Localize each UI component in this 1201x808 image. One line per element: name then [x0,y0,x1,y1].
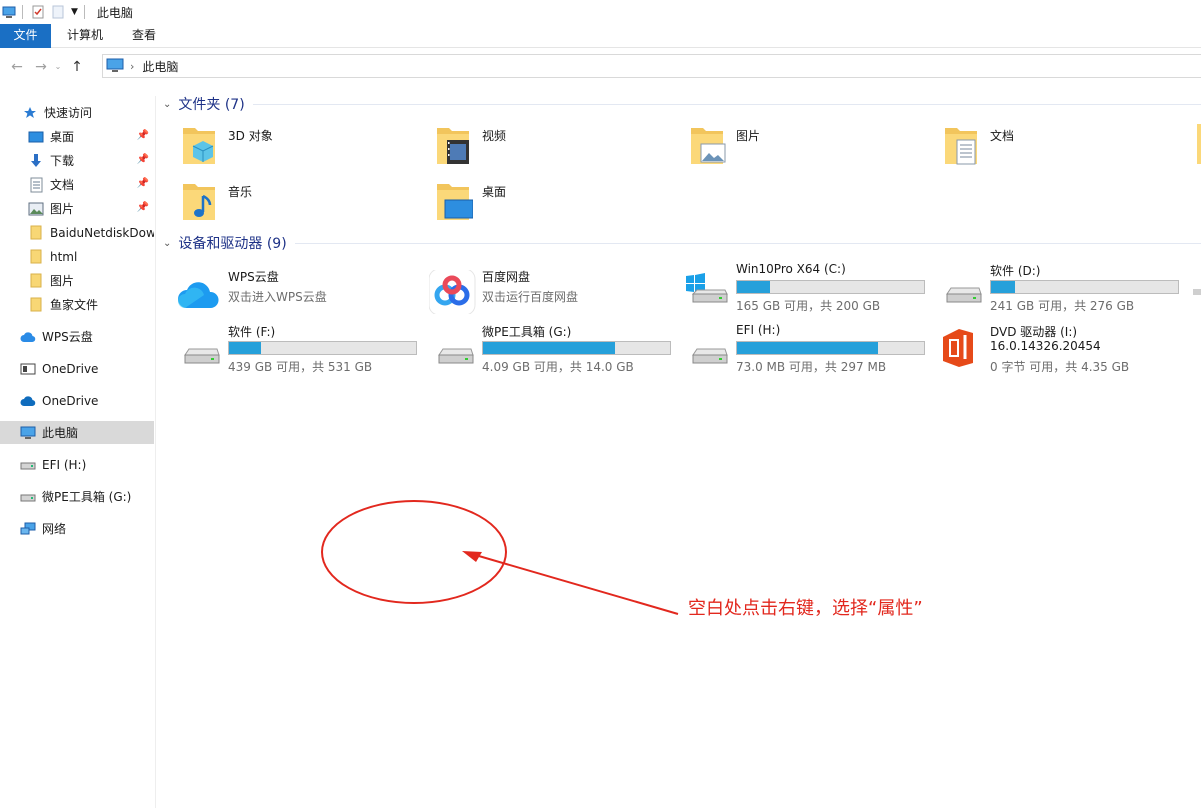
videos-folder-icon [437,128,469,164]
pin-icon[interactable]: 📌 [137,130,149,141]
drive-icon [184,348,220,364]
sidebar-item-wps-cloud[interactable]: WPS云盘 [0,325,154,348]
sidebar-item-onedrive-2[interactable]: OneDrive [0,389,154,412]
network-icon [20,521,36,537]
tab-computer[interactable]: 计算机 [54,24,116,48]
drive-g-usage-bar [482,341,671,355]
customize-toolbar-icon[interactable]: ▼ [71,7,78,17]
folder-icon [28,249,44,265]
back-arrow-icon[interactable]: ← [6,56,28,78]
sidebar-item-network[interactable]: 网络 [0,517,154,540]
device-drive-g[interactable]: 微PE工具箱 (G:) 4.09 GB 可用，共 14.0 GB [411,323,671,375]
drive-icon [946,287,982,303]
sidebar-item-html[interactable]: html [0,245,154,268]
folder-icon [28,273,44,289]
cloud-icon [20,329,36,345]
desktop-folder-icon [437,184,473,220]
chevron-down-icon[interactable]: ⌄ [163,238,171,249]
address-path[interactable]: 此电脑 [142,58,178,75]
star-icon [22,105,38,121]
device-baidu-netdisk[interactable]: 百度网盘 双击运行百度网盘 [411,268,665,320]
tab-file[interactable]: 文件 [0,24,51,48]
title-bar: ▼ 此电脑 [0,0,1201,24]
drive-icon [692,348,728,364]
up-arrow-icon[interactable]: ↑ [66,56,88,78]
folders-group-header[interactable]: ⌄ 文件夹 (7) [157,93,1201,115]
folder-pictures[interactable]: 图片 [665,122,885,170]
folder-icon [28,297,44,313]
documents-folder-icon [945,128,977,165]
folder-3d-objects[interactable]: 3D 对象 [157,122,377,170]
annotation-instruction: 空白处点击右键，选择“属性” [688,598,923,619]
drive-d-usage-bar [990,280,1179,294]
baidu-netdisk-icon [429,270,476,314]
pin-icon[interactable]: 📌 [137,202,149,213]
sidebar-item-desktop[interactable]: 桌面 📌 [0,125,154,148]
recent-locations-icon[interactable]: ⌄ [52,56,64,78]
sidebar-item-wepe-drive[interactable]: 微PE工具箱 (G:) [0,485,154,508]
sidebar-item-yujia-files[interactable]: 鱼家文件 [0,293,154,316]
drive-h-usage-bar [736,341,925,355]
sidebar-item-onedrive-1[interactable]: OneDrive [0,357,154,380]
pin-icon[interactable]: 📌 [137,154,149,165]
sidebar-item-pictures-folder[interactable]: 图片 [0,269,154,292]
forward-arrow-icon[interactable]: → [30,56,52,78]
sidebar-item-pictures[interactable]: 图片 📌 [0,197,154,220]
window-title: 此电脑 [96,5,133,20]
device-drive-c[interactable]: Win10Pro X64 (C:) 165 GB 可用，共 200 GB [665,262,925,314]
onedrive-icon [20,361,36,377]
explorer-window: ▼ 此电脑 文件 计算机 查看 ← → ⌄ ↑ › 此电脑 快速访问 桌面 📌 [0,0,1201,808]
device-wps-cloud[interactable]: WPS云盘 双击进入WPS云盘 [157,268,411,320]
office-logo-icon [943,329,973,367]
device-dvd-drive[interactable]: DVD 驱动器 (I:) 16.0.14326.20454 0 字节 可用，共 … [919,323,1173,375]
folder-icon [28,225,44,241]
drive-partial [1193,289,1201,295]
download-arrow-icon [28,153,44,169]
device-drive-f[interactable]: 软件 (F:) 439 GB 可用，共 531 GB [157,323,417,375]
devices-group-header[interactable]: ⌄ 设备和驱动器 (9) [157,232,1201,254]
drive-icon [20,489,36,505]
device-drive-d[interactable]: 软件 (D:) 241 GB 可用，共 276 GB [919,262,1179,314]
picture-icon [28,201,44,217]
wps-cloud-icon [178,282,219,308]
navigation-pane: 快速访问 桌面 📌 下载 📌 文档 📌 图片 📌 BaiduNetdiskDow [0,96,156,808]
drive-c-usage-bar [736,280,925,294]
folder-documents[interactable]: 文档 [919,122,1139,170]
cloud-icon [20,393,36,409]
ribbon-tabs: 文件 计算机 查看 [0,24,1201,48]
drive-icon [20,457,36,473]
folder-desktop[interactable]: 桌面 [411,178,631,226]
pin-icon[interactable]: 📌 [137,178,149,189]
sidebar-item-documents[interactable]: 文档 📌 [0,173,154,196]
sidebar-item-downloads[interactable]: 下载 📌 [0,149,154,172]
folder-videos[interactable]: 视频 [411,122,631,170]
tab-view[interactable]: 查看 [119,24,169,48]
sidebar-item-baidunetdisk[interactable]: BaiduNetdiskDow [0,221,154,244]
properties-icon[interactable] [31,5,45,19]
chevron-down-icon[interactable]: ⌄ [163,99,171,110]
address-bar[interactable]: › 此电脑 [102,54,1201,78]
drive-f-usage-bar [228,341,417,355]
device-drive-h[interactable]: EFI (H:) 73.0 MB 可用，共 297 MB [665,323,925,375]
this-pc-icon [106,58,124,75]
desktop-icon [28,129,44,145]
music-folder-icon [183,184,215,220]
3d-objects-folder-icon [183,128,215,164]
navigation-bar: ← → ⌄ ↑ › 此电脑 [0,50,1201,83]
folder-music[interactable]: 音乐 [157,178,377,226]
sidebar-item-this-pc[interactable]: 此电脑 [0,421,154,444]
drive-icon [438,348,474,364]
pictures-folder-icon [691,128,726,164]
document-icon [28,177,44,193]
new-folder-icon[interactable] [51,5,65,19]
chevron-right-icon[interactable]: › [130,60,134,73]
this-pc-icon [2,5,16,19]
content-pane[interactable]: ⌄ 文件夹 (7) 3D 对象 视频 图片 文档 音乐 桌面 ⌄ 设备和驱动器 … [157,84,1201,808]
sidebar-item-efi-drive[interactable]: EFI (H:) [0,453,154,476]
windows-drive-icon [686,273,728,303]
this-pc-icon [20,425,36,441]
sidebar-item-quick-access[interactable]: 快速访问 [0,101,154,124]
folder-partial [1197,124,1201,164]
